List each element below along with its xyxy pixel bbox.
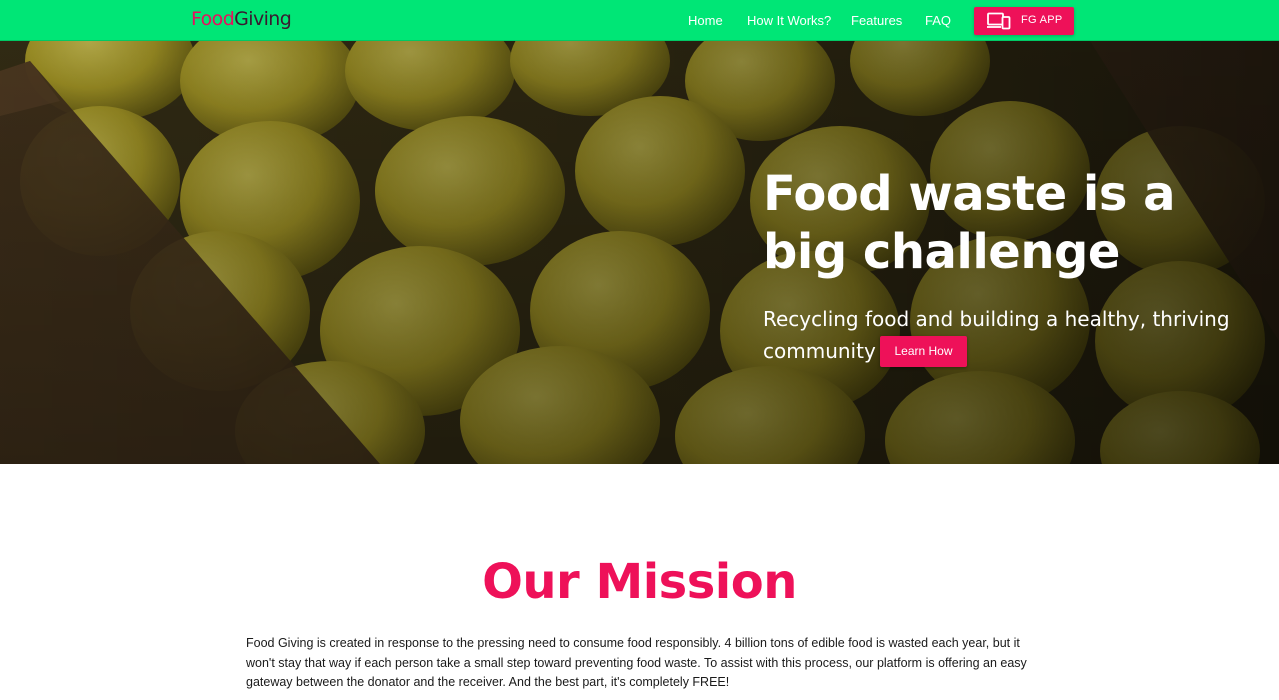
fg-app-button[interactable]: FG APP — [974, 7, 1074, 35]
top-navbar: FoodGiving Home How It Works? Features F… — [0, 0, 1279, 41]
nav-link-how-it-works[interactable]: How It Works? — [747, 13, 831, 28]
hero-title: Food waste is a big challenge — [763, 166, 1176, 280]
mission-title: Our Mission — [482, 554, 797, 610]
nav-link-home[interactable]: Home — [688, 13, 723, 28]
nav-link-features[interactable]: Features — [851, 13, 902, 28]
food-giving-logo[interactable]: FoodGiving — [191, 8, 292, 30]
fg-app-label: FG APP — [1021, 14, 1063, 26]
mission-body: Food Giving is created in response to th… — [246, 636, 1027, 689]
logo-giving-text: Giving — [234, 8, 292, 30]
hero-section: Food waste is a big challenge Recycling … — [0, 41, 1279, 464]
nav-link-faq[interactable]: FAQ — [925, 13, 951, 28]
logo-food-text: Food — [191, 8, 235, 30]
hero-subtitle: Recycling food and building a healthy, t… — [763, 307, 1230, 363]
learn-how-button[interactable]: Learn How — [880, 336, 967, 367]
devices-icon — [987, 12, 1011, 30]
